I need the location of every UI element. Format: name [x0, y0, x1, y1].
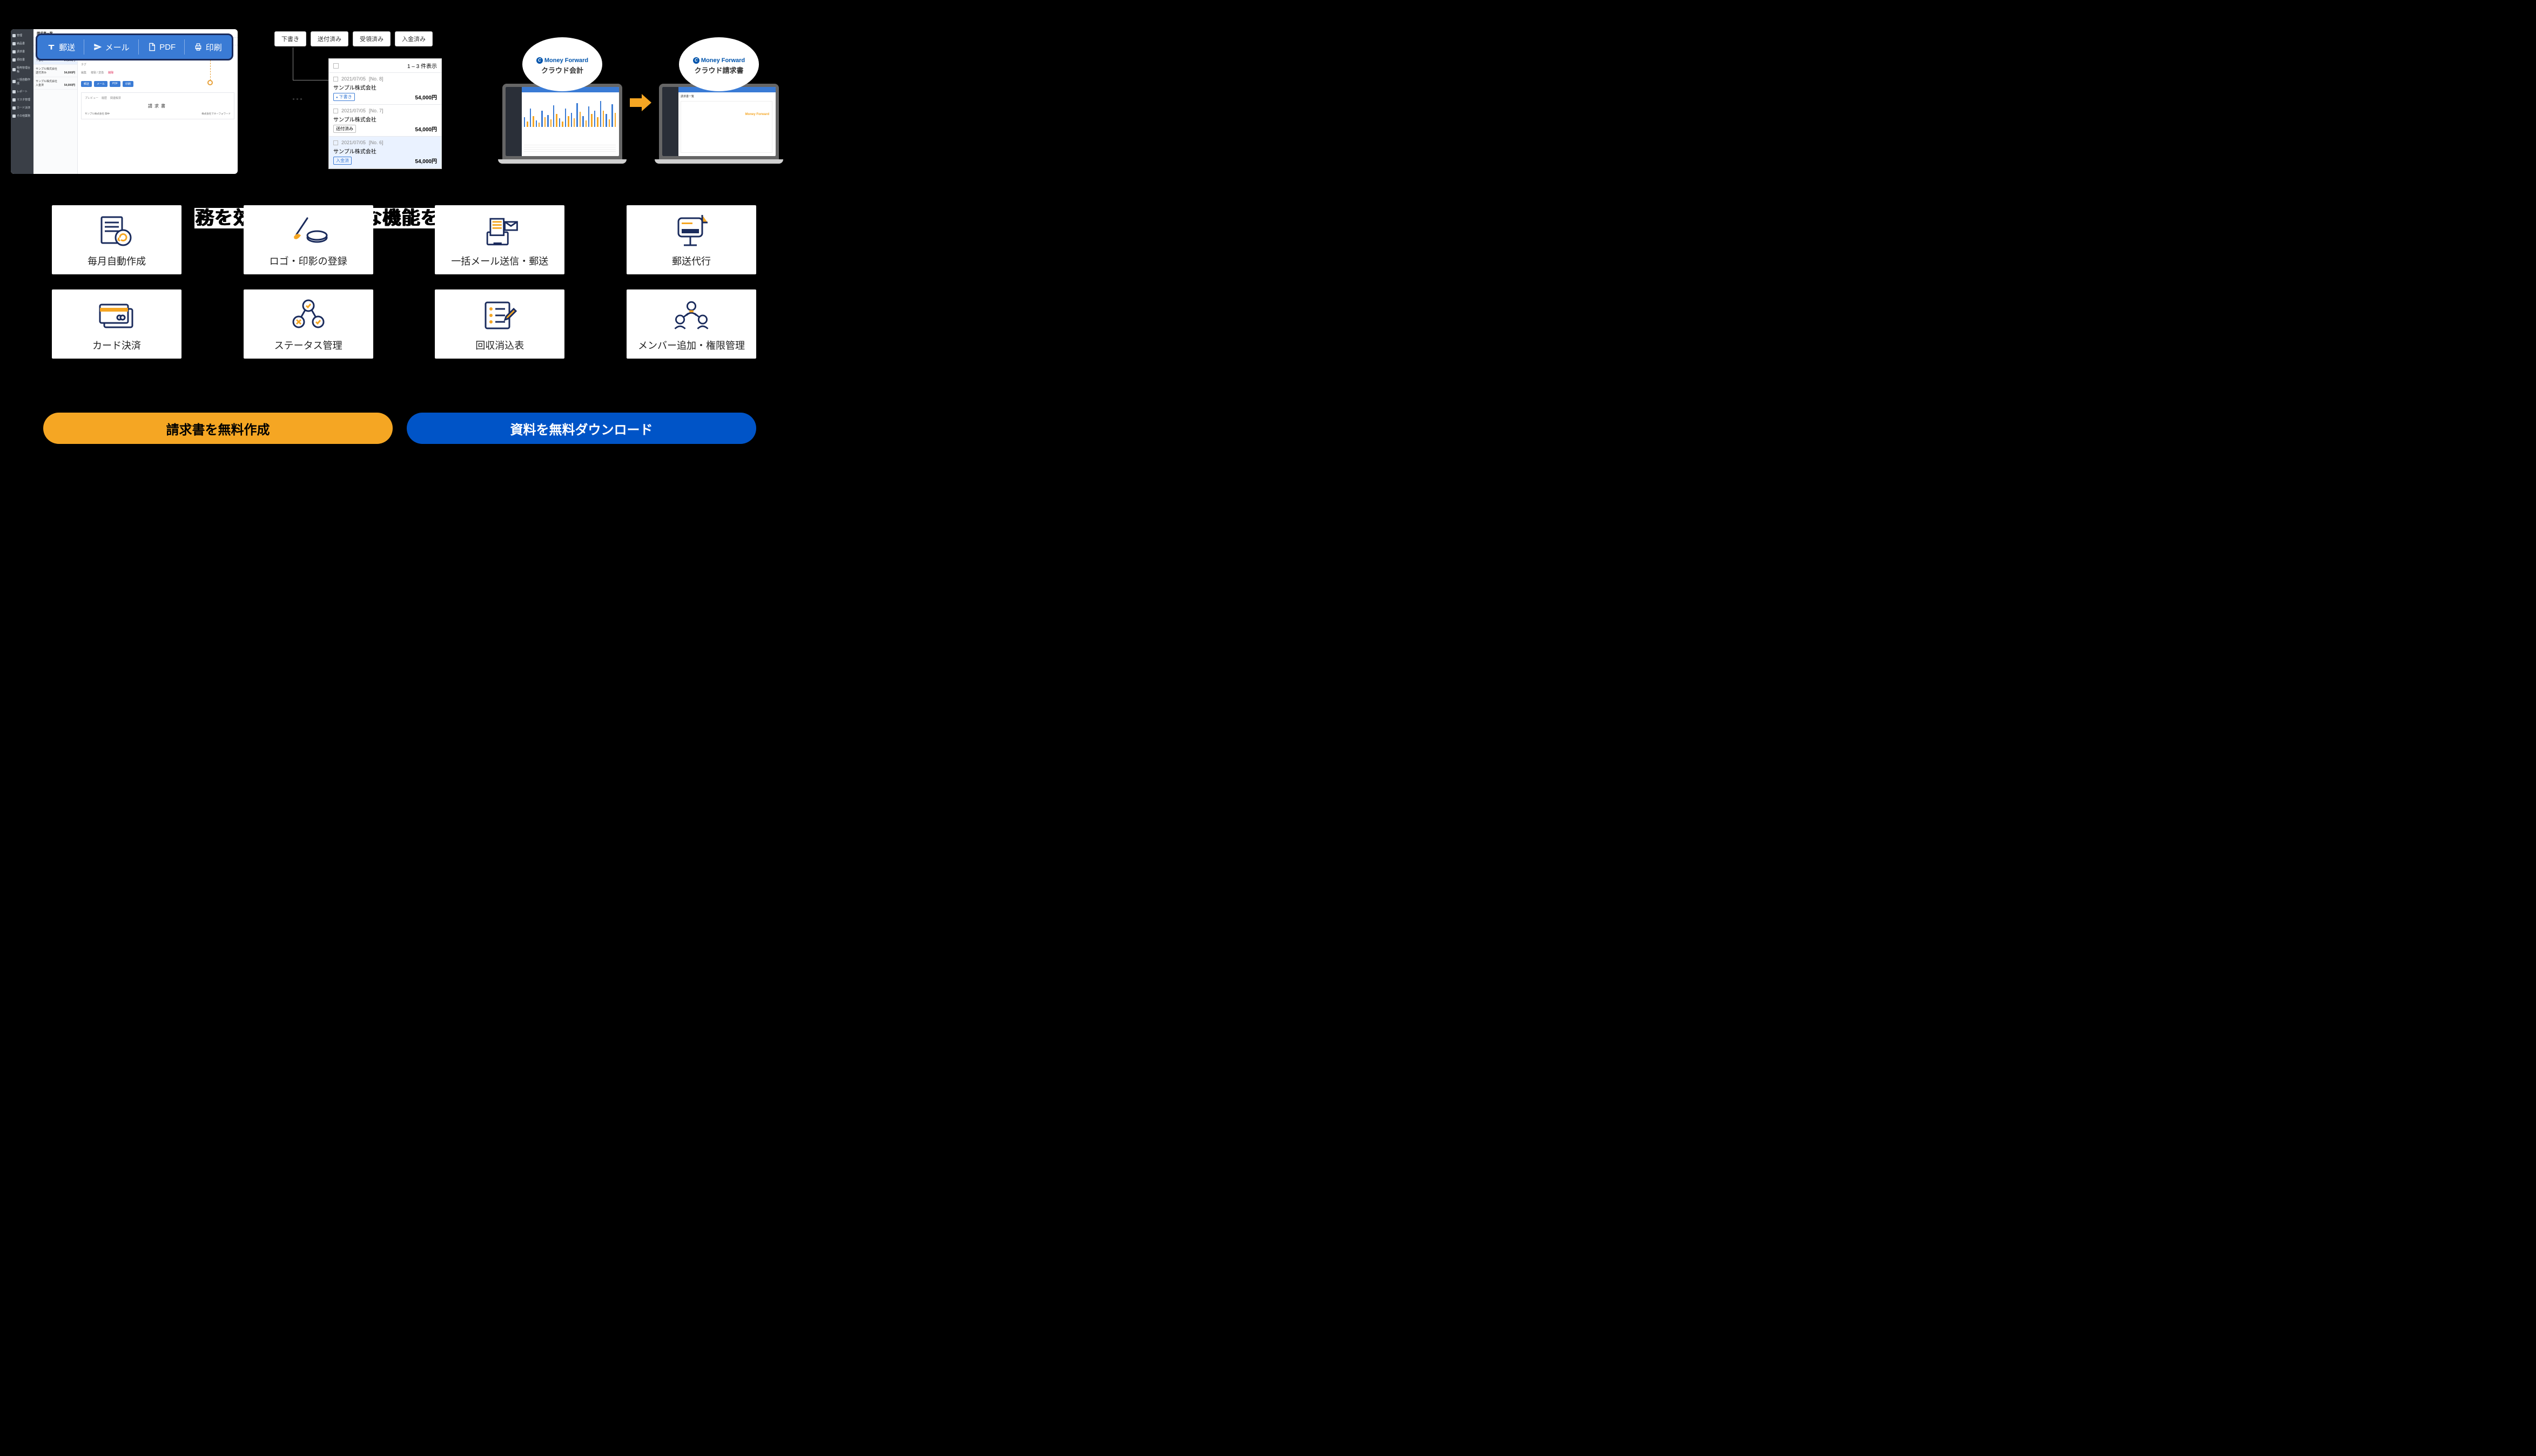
mini-pdf-button[interactable]: PDF [110, 81, 120, 87]
feature-mailing-proxy: 郵送代行 [627, 205, 756, 274]
invoice-preview: プレビュー 履歴 関連帳票 請求書 サンプル株式会社 御中 株式会社マネーフォワ… [81, 92, 234, 119]
mini-mail-button[interactable]: 郵送 [81, 81, 92, 87]
postal-mail-button[interactable]: 郵送 [47, 42, 75, 53]
feature-bulk-send: 一括メール送信・郵送 [435, 205, 564, 274]
download-docs-cta[interactable]: 資料を無料ダウンロード [407, 413, 756, 444]
mf-logo: CMoney Forward [536, 57, 588, 64]
mini-print-button[interactable]: 印刷 [123, 81, 133, 87]
arrow-right-icon [630, 92, 651, 113]
list-item[interactable]: サンプル株式会社 送付済み54,000円 [33, 65, 77, 77]
credit-card-icon [95, 297, 138, 334]
sidebar-item[interactable]: 管理 [11, 31, 33, 39]
status-tab-sent[interactable]: 送付済み [311, 31, 348, 46]
sidebar-item[interactable]: レポート [11, 87, 33, 96]
row-checkbox[interactable] [333, 140, 338, 145]
feature-grid: 毎月自動作成 カード決済 [52, 205, 756, 359]
callout-dot [207, 80, 213, 85]
mailbox-icon [670, 213, 713, 250]
status-tab-draft[interactable]: 下書き [274, 31, 306, 46]
row-checkbox[interactable] [333, 109, 338, 113]
product-integration: CMoney Forward クラウド会計 CMoney Forward クラウ… [502, 29, 783, 176]
send-icon [93, 43, 102, 51]
sidebar-item[interactable]: マスタ管理 [11, 96, 33, 104]
product-badge: CMoney Forward クラウド請求書 [679, 37, 759, 91]
sidebar-item[interactable]: 納品書 [11, 39, 33, 48]
printer-icon [194, 43, 203, 51]
product-accounting: CMoney Forward クラウド会計 [502, 42, 622, 164]
invoice-list: 1 – 3 件表示 サンプル株式会社 下書き54,000円 サンプル株式会社 送… [33, 45, 78, 174]
list-count: 1 – 3 件表示 [407, 62, 437, 70]
pipeline-item[interactable]: 2021/07/05[No. 8] サンプル株式会社 下書き54,000円 [329, 73, 441, 105]
send-toolbar: 郵送 メール PDF 印刷 [36, 33, 233, 60]
mini-bar-chart [524, 99, 616, 142]
cta-row: 請求書を無料作成 資料を無料ダウンロード [43, 413, 756, 444]
laptop-mockup: 請求書一覧 Money Forward [659, 84, 779, 159]
feature-members: メンバー追加・権限管理 [627, 289, 756, 359]
team-members-icon [670, 297, 713, 334]
app-sidebar: 管理 納品書 請求書 領収書 販売管理台帳 一括自動作成 レポート マスタ管理 … [11, 29, 33, 174]
pdf-button[interactable]: PDF [147, 43, 176, 52]
feature-logo-stamp: ロゴ・印影の登録 [244, 205, 373, 274]
mf-logo: CMoney Forward [693, 57, 745, 64]
sidebar-item[interactable]: 販売管理台帳 [11, 64, 33, 76]
bulk-mail-icon [478, 213, 521, 250]
document-refresh-icon [95, 213, 138, 250]
feature-status-mgmt: ステータス管理 [244, 289, 373, 359]
mf-logo-small: Money Forward [745, 113, 769, 116]
status-pipeline: 下書き 送付済み 受領済み 入金済み 1 – 3 件表示 2021/07/05[… [274, 31, 490, 46]
feature-card-payment: カード決済 [52, 289, 181, 359]
select-all-checkbox[interactable] [333, 63, 339, 69]
status-circles-icon [287, 297, 330, 334]
doc-title: 請求書 [85, 103, 231, 109]
stamp-brush-icon [287, 213, 330, 250]
sidebar-item[interactable]: 請求書 [11, 48, 33, 56]
laptop-mockup [502, 84, 622, 159]
feature-auto-create: 毎月自動作成 [52, 205, 181, 274]
connector-dots [293, 98, 302, 100]
document-icon [147, 43, 156, 51]
sidebar-item[interactable]: カード決済 [11, 104, 33, 112]
product-badge: CMoney Forward クラウド会計 [522, 37, 602, 91]
list-item[interactable]: サンプル株式会社 入金済54,000円 [33, 77, 77, 90]
sidebar-item[interactable]: 一括自動作成 [11, 76, 33, 87]
print-button[interactable]: 印刷 [194, 42, 222, 53]
status-tab-received[interactable]: 受領済み [353, 31, 391, 46]
pipeline-list: 1 – 3 件表示 2021/07/05[No. 8] サンプル株式会社 下書き… [328, 58, 442, 169]
feature-reconciliation: 回収消込表 [435, 289, 564, 359]
product-invoice: CMoney Forward クラウド請求書 請求書一覧 Money Forwa… [659, 42, 779, 164]
sidebar-item[interactable]: その他業務 [11, 112, 33, 120]
pipeline-item[interactable]: 2021/07/05[No. 7] サンプル株式会社 送付済み54,000円 [329, 105, 441, 137]
mini-email-button[interactable]: メール [94, 81, 107, 87]
invoice-detail: サンプル株式会社 メモ タグ 編集 複製 / 変換 削除 郵送 メール PDF … [78, 45, 238, 174]
create-invoice-cta[interactable]: 請求書を無料作成 [43, 413, 393, 444]
row-checkbox[interactable] [333, 77, 338, 82]
sidebar-item[interactable]: 領収書 [11, 56, 33, 64]
checklist-edit-icon [478, 297, 521, 334]
postal-icon [47, 43, 56, 51]
status-tab-paid[interactable]: 入金済み [395, 31, 433, 46]
email-button[interactable]: メール [93, 42, 130, 53]
pipeline-item[interactable]: 2021/07/05[No. 6] サンプル株式会社 入金済54,000円 [329, 137, 441, 168]
